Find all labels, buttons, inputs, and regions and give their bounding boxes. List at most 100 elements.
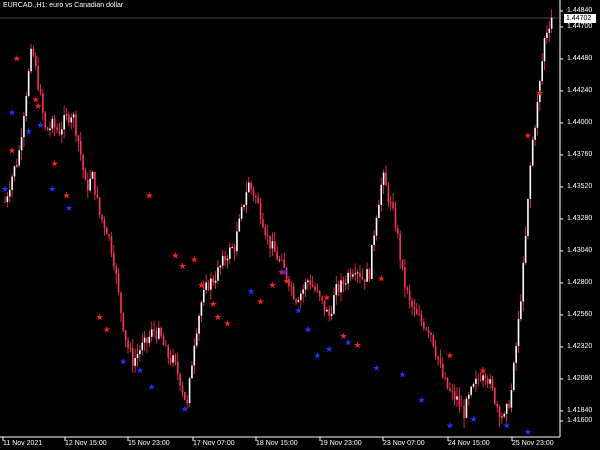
up-fractal-marker: ★: [96, 313, 104, 323]
down-fractal-marker: ★: [325, 345, 333, 355]
bear-candle: [269, 235, 271, 249]
bear-candle: [56, 127, 58, 131]
price-label: 1.42800: [567, 279, 593, 286]
bull-candle: [202, 289, 205, 303]
bear-candle: [264, 227, 267, 236]
bull-candle: [191, 365, 193, 379]
bear-candle: [167, 345, 170, 359]
bull-candle: [468, 394, 470, 399]
bull-candle: [299, 293, 302, 301]
down-fractal-marker: ★: [294, 307, 302, 317]
bear-candle: [96, 194, 99, 198]
bull-candle: [330, 313, 333, 316]
bull-candle: [143, 337, 146, 343]
bull-candle: [524, 235, 527, 263]
bear-candle: [432, 334, 435, 347]
bull-candle: [188, 378, 191, 404]
up-fractal-marker: ★: [103, 326, 111, 336]
bull-candle: [512, 362, 515, 391]
down-fractal-marker: ★: [304, 326, 312, 336]
bear-candle: [101, 215, 103, 220]
bear-candle: [337, 284, 340, 293]
bear-candle: [498, 406, 501, 418]
bear-candle: [430, 332, 432, 335]
down-fractal-marker: ★: [25, 127, 33, 137]
bull-candle: [219, 265, 222, 268]
bull-candle: [366, 269, 368, 282]
price-chart[interactable]: ★★★★★★★★★★★★★★★★★★★★★★★★★★★★★★★★★★★★★★★★…: [0, 0, 600, 450]
bull-candle: [25, 95, 28, 117]
candles: [4, 9, 553, 429]
time-label: 24 Nov 15:00: [448, 440, 490, 447]
chart-window[interactable]: ★ ★ ★ ★ ★ ★ ★ ★ ★ ★ ★ ★ ★ ★ ★ ★ ★ ★ ★ ★ ★ ★ ★ ★ ★ ★ ★ ★ ★ ★ ★ ★ ★ ★ ★ ★ ★ ★ ★ ★…: [0, 0, 600, 450]
bull-candle: [8, 189, 11, 197]
bear-candle: [115, 266, 118, 275]
bull-candle: [302, 289, 304, 294]
bull-candle: [198, 315, 200, 334]
bear-candle: [449, 388, 451, 391]
bear-candle: [401, 259, 404, 268]
down-fractal-marker: ★: [417, 396, 425, 406]
bear-candle: [257, 197, 260, 204]
bear-candle: [87, 179, 89, 191]
down-fractal-marker: ★: [247, 287, 255, 297]
bull-candle: [515, 346, 517, 363]
bull-candle: [536, 101, 539, 128]
bull-candle: [335, 284, 338, 296]
bull-candle: [6, 196, 9, 202]
bull-candle: [375, 217, 378, 236]
bear-candle: [98, 197, 101, 216]
up-fractal-marker: ★: [178, 262, 186, 272]
price-label: 1.41600: [567, 417, 593, 424]
price-label: 1.44840: [567, 7, 593, 14]
bull-candle: [489, 379, 491, 384]
bear-candle: [439, 359, 442, 364]
up-fractal-marker: ★: [223, 319, 231, 329]
down-fractal-marker: ★: [372, 364, 380, 374]
down-fractal-marker: ★: [136, 367, 144, 377]
up-fractal-marker: ★: [51, 159, 59, 169]
bull-candle: [522, 262, 525, 302]
time-label: 18 Nov 15:00: [256, 440, 298, 447]
bull-candle: [18, 150, 20, 166]
bull-candle: [16, 165, 18, 167]
bull-candle: [271, 241, 274, 249]
bear-candle: [394, 208, 397, 229]
bear-candle: [316, 290, 319, 292]
bear-candle: [53, 118, 56, 128]
bear-candle: [82, 154, 84, 171]
bull-candle: [214, 280, 217, 283]
bull-candle: [70, 117, 73, 123]
down-fractal-marker: ★: [48, 185, 56, 195]
bear-candle: [266, 235, 269, 236]
bull-candle: [501, 416, 503, 418]
bear-candle: [129, 347, 132, 349]
bull-candle: [72, 114, 75, 118]
bear-candle: [117, 274, 120, 293]
up-fractal-marker: ★: [190, 255, 198, 265]
bull-candle: [541, 61, 543, 82]
bull-candle: [510, 390, 513, 408]
bear-candle: [399, 233, 401, 260]
bear-candle: [124, 330, 127, 341]
up-fractal-marker: ★: [283, 277, 291, 287]
bull-candle: [307, 280, 309, 283]
bull-candle: [370, 244, 373, 279]
bear-candle: [207, 282, 210, 290]
bear-candle: [404, 267, 406, 288]
bear-candle: [169, 358, 172, 363]
bull-candle: [150, 329, 153, 337]
bear-candle: [113, 252, 115, 267]
bear-candle: [32, 48, 35, 56]
bear-candle: [262, 219, 264, 228]
down-fractal-marker: ★: [446, 422, 454, 432]
up-fractal-marker: ★: [171, 252, 179, 262]
price-label: 1.43040: [567, 247, 593, 254]
bull-candle: [200, 302, 203, 316]
up-fractal-marker: ★: [257, 298, 265, 308]
bull-candle: [229, 247, 231, 259]
bear-candle: [283, 259, 286, 269]
bear-candle: [179, 374, 181, 386]
bull-candle: [49, 128, 51, 131]
bull-candle: [470, 386, 472, 395]
